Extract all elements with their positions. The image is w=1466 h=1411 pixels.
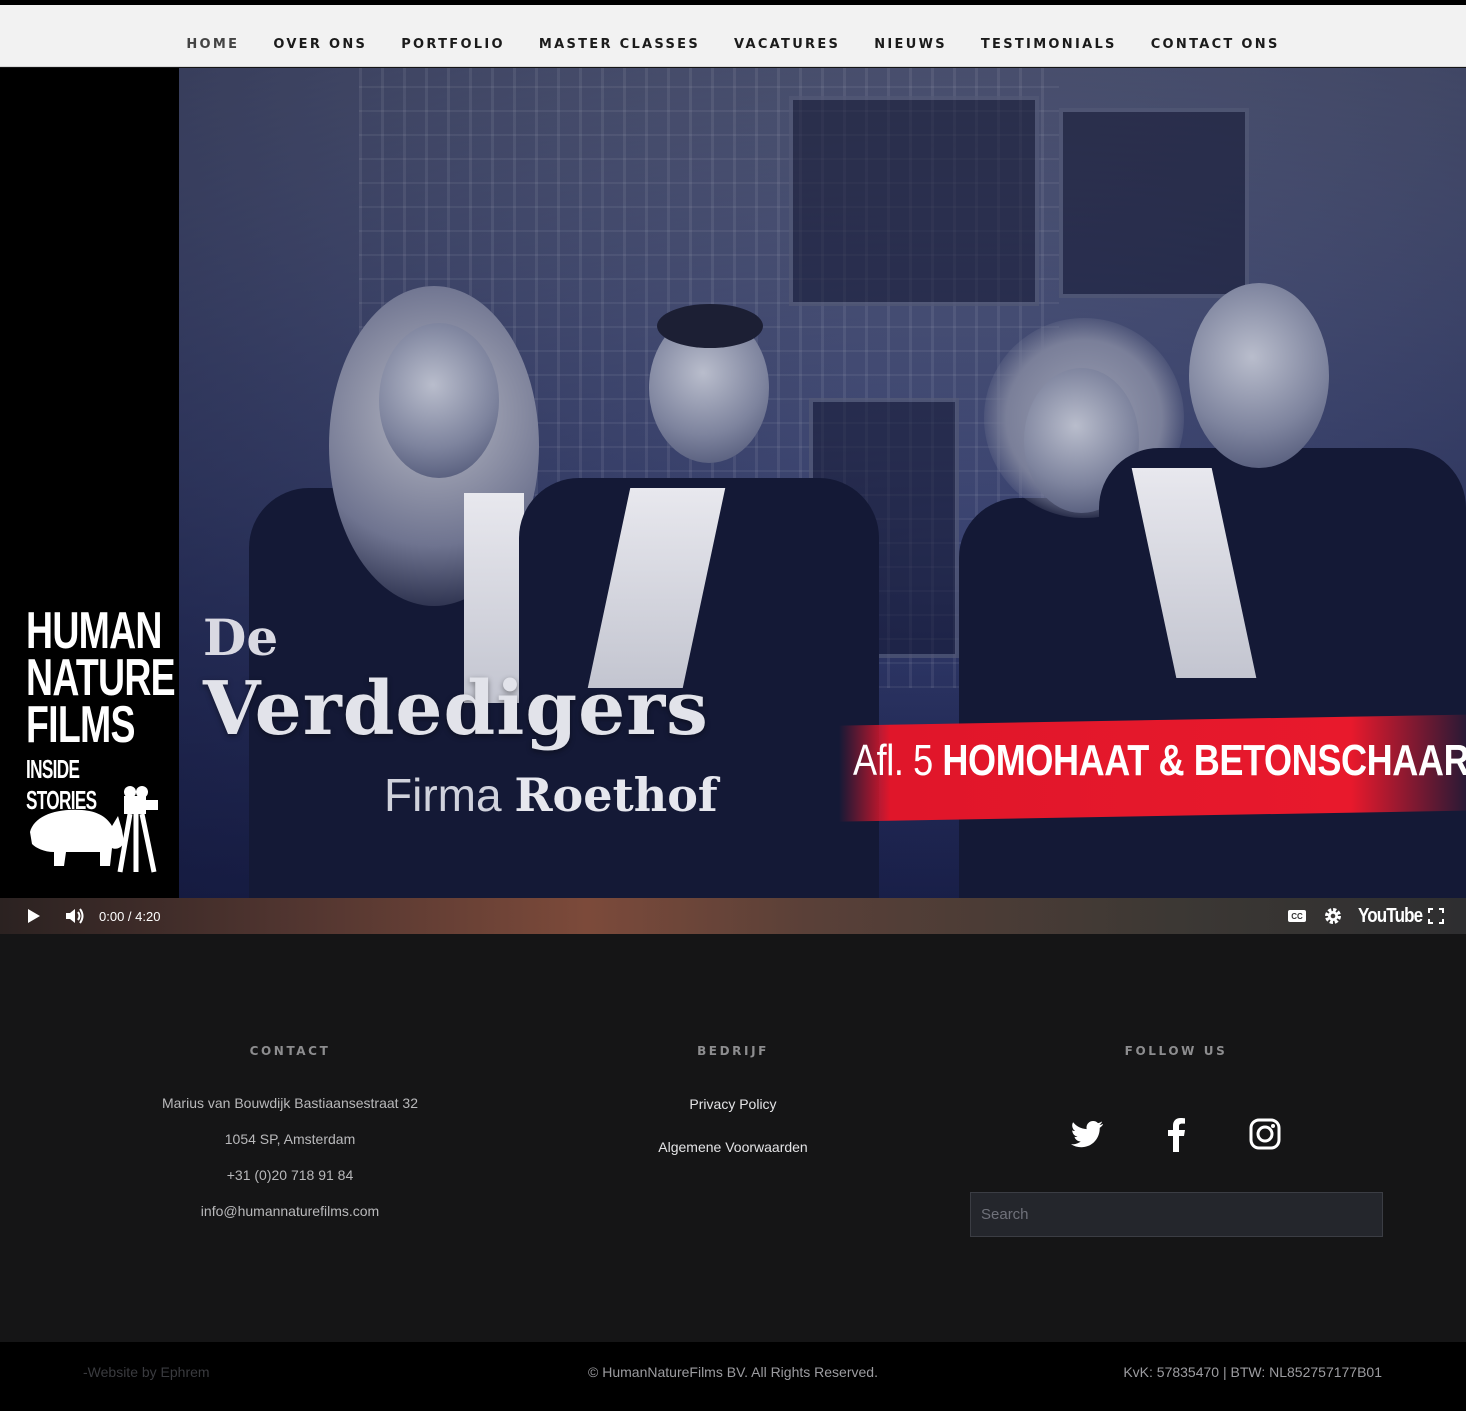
contact-postal: 1054 SP, Amsterdam [224,1131,356,1147]
contact-heading: CONTACT [249,1044,331,1058]
video-controls: 0:00 / 4:20 CC YouTube [0,898,1466,934]
nav-item-nieuws[interactable]: NIEUWS [857,37,964,52]
show-title-prefix: De [203,608,279,667]
svg-text:CC: CC [1291,912,1303,921]
gear-icon [1325,908,1341,924]
nav-item-home[interactable]: HOME [169,37,256,52]
twitter-icon [1071,1121,1103,1148]
registration-text: KvK: 57835470 | BTW: NL852757177B01 [1123,1364,1382,1380]
terms-link[interactable]: Algemene Voorwaarden [511,1139,955,1155]
follow-heading: FOLLOW US [1124,1044,1228,1058]
search-input[interactable] [970,1192,1383,1237]
rhino-camera-logo-icon [30,786,158,873]
video-time: 0:00 / 4:20 [99,908,161,924]
twitter-link[interactable] [1043,1114,1132,1154]
episode-name: HOMOHAAT & BETONSCHAAR [942,736,1466,785]
instagram-link[interactable] [1221,1114,1310,1154]
show-subtitle: Firma Roethof [384,768,718,822]
contact-address: Marius van Bouwdijk Bastiaansestraat 32 [161,1095,419,1111]
nav-item-over-ons[interactable]: OVER ONS [256,37,384,52]
volume-button[interactable] [64,898,86,934]
show-subtitle-name: Roethof [514,768,718,822]
contact-email[interactable]: info@humannaturefilms.com [68,1203,512,1219]
captions-button[interactable]: CC [1287,898,1307,934]
show-subtitle-firm: Firma [384,769,502,821]
logo-line-human: HUMAN [26,602,162,660]
facebook-link[interactable] [1132,1114,1221,1154]
play-icon [28,909,40,923]
fullscreen-icon [1428,908,1444,924]
building-window [1059,108,1249,298]
building-window [789,96,1039,306]
footer-bottom-bar: -Website by Ephrem © HumanNatureFilms BV… [0,1342,1466,1411]
show-title: Verdedigers [203,666,709,752]
nav-item-master-classes[interactable]: MASTER CLASSES [522,37,717,52]
instagram-icon [1249,1118,1281,1150]
logo-panel: HUMAN NATURE FILMS INSIDE STORIES [0,68,179,898]
video-thumbnail[interactable]: Afl. 5 HOMOHAAT & BETONSCHAAR De Verdedi… [179,68,1466,908]
company-heading: BEDRIJF [697,1044,769,1058]
contact-phone[interactable]: +31 (0)20 718 91 84 [68,1167,512,1183]
nav-item-portfolio[interactable]: PORTFOLIO [384,37,522,52]
main-navigation: HOME OVER ONS PORTFOLIO MASTER CLASSES V… [0,5,1466,67]
social-links [954,1114,1398,1154]
nav-item-vacatures[interactable]: VACATURES [717,37,857,52]
closed-captions-icon: CC [1288,910,1306,922]
logo-line-nature: NATURE [26,649,176,707]
video-player[interactable]: Afl. 5 HOMOHAAT & BETONSCHAAR De Verdedi… [0,68,1466,934]
play-button[interactable] [24,898,42,934]
privacy-policy-link[interactable]: Privacy Policy [511,1096,955,1112]
logo-line-films: FILMS [26,696,135,754]
facebook-icon [1168,1118,1185,1152]
nav-item-testimonials[interactable]: TESTIMONIALS [964,37,1134,52]
footer-widgets: CONTACT Marius van Bouwdijk Bastiaansest… [0,934,1466,1342]
fullscreen-button[interactable] [1427,898,1445,934]
volume-icon [66,908,84,924]
settings-button[interactable] [1323,898,1343,934]
youtube-logo[interactable]: YouTube [1358,898,1423,934]
episode-title: Afl. 5 HOMOHAAT & BETONSCHAAR [853,736,1466,786]
nav-item-contact-ons[interactable]: CONTACT ONS [1134,37,1297,52]
brand-logo-text: HUMAN NATURE FILMS [26,602,176,754]
episode-number: Afl. 5 [853,736,933,785]
